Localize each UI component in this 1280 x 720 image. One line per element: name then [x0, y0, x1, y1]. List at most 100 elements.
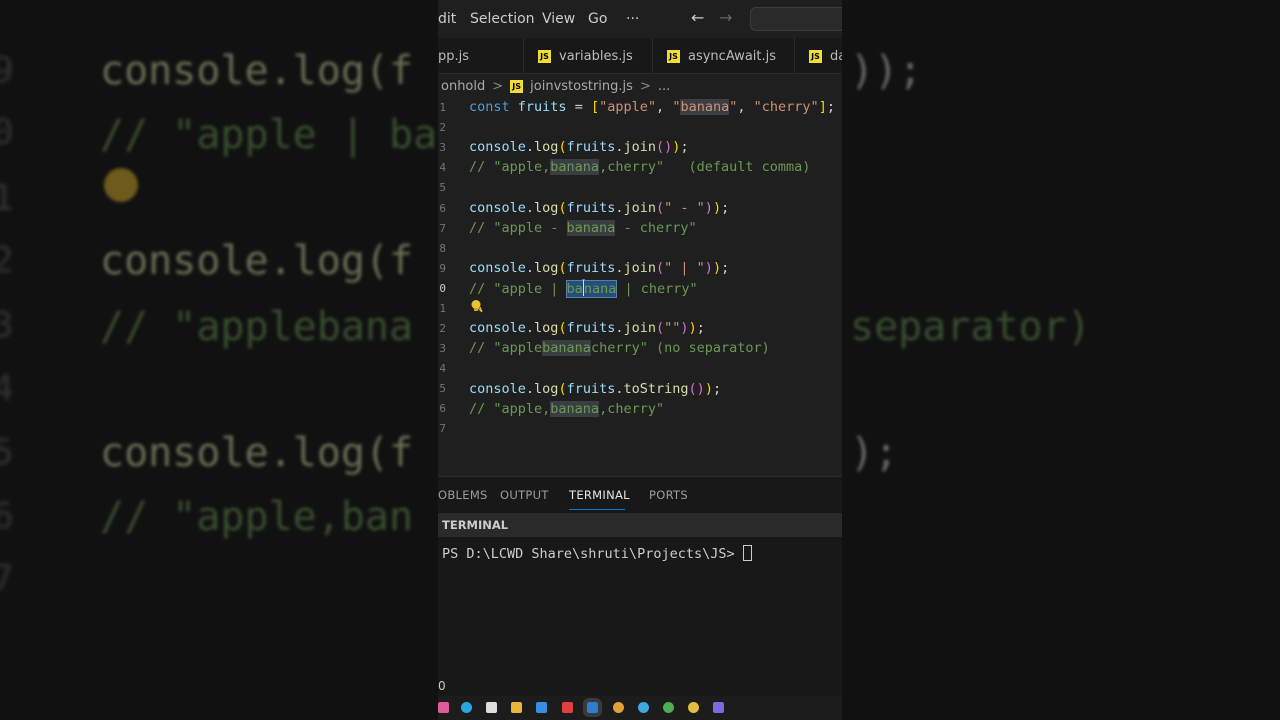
code-line[interactable]: console.log(fruits.join("")); [469, 320, 705, 336]
bg-line-number: 3 [0, 305, 14, 346]
store-icon[interactable] [486, 702, 497, 713]
breadcrumb: onhold > JS joinvstostring.js > ... [438, 76, 842, 96]
bg-lightbulb-icon [104, 168, 138, 202]
bg-code-line: console.log(f [100, 430, 414, 476]
js-file-icon: JS [510, 79, 524, 93]
line-number: 5 [439, 181, 446, 194]
breadcrumb-ellipsis[interactable]: ... [658, 79, 670, 94]
command-center-search[interactable] [750, 7, 842, 31]
edge-icon[interactable] [461, 702, 472, 713]
code-line[interactable]: // "apple,banana,cherry" [469, 401, 664, 417]
code-line[interactable]: // "apple,banana,cherry" (default comma) [469, 159, 810, 175]
code-line[interactable]: console.log(fruits.toString()); [469, 381, 721, 397]
menu-go[interactable]: Go [588, 11, 607, 27]
tab-label: variables.js [559, 48, 633, 64]
js-file-icon: JS [809, 49, 822, 63]
menu-view[interactable]: View [542, 11, 575, 27]
chrome-icon[interactable] [663, 702, 674, 713]
active-tab-indicator [569, 509, 625, 510]
chrome-icon[interactable] [613, 702, 624, 713]
taskbar [438, 696, 842, 720]
bg-code-line: console.log(f [100, 48, 414, 94]
back-arrow-icon[interactable]: ← [691, 8, 704, 27]
code-line[interactable]: console.log(fruits.join(" - ")); [469, 200, 729, 216]
line-number: 5 [439, 382, 446, 395]
tab-app-js[interactable]: pp.js [438, 38, 524, 74]
breadcrumb-separator: > [639, 78, 651, 94]
breadcrumb-folder[interactable]: onhold [441, 79, 485, 94]
vscode-icon[interactable] [583, 698, 602, 717]
tab-da[interactable]: JS da [795, 38, 842, 74]
terminal-cursor [742, 545, 752, 561]
app-icon[interactable] [713, 702, 724, 713]
bg-code-line: // "apple,ban [100, 494, 414, 540]
terminal-title: TERMINAL [438, 513, 842, 537]
bg-line-number: 0 [0, 112, 14, 153]
lightbulb-icon[interactable] [469, 299, 483, 313]
tab-terminal[interactable]: TERMINAL [569, 488, 630, 502]
menu-selection[interactable]: Selection [470, 11, 535, 27]
browser-icon[interactable] [638, 702, 649, 713]
line-number: 2 [439, 322, 446, 335]
shield-icon[interactable] [562, 702, 573, 713]
bg-code-fragment: ); [850, 430, 899, 476]
line-number: 1 [439, 302, 446, 315]
tab-label: da [830, 48, 842, 64]
menu-edit[interactable]: dit [438, 11, 456, 27]
folder-icon[interactable] [511, 702, 522, 713]
line-number: 3 [439, 342, 446, 355]
line-number: 2 [439, 121, 446, 134]
line-number: 8 [439, 242, 446, 255]
line-number: 1 [439, 101, 446, 114]
code-line[interactable]: // "apple | banana | cherry" [469, 280, 698, 298]
line-number: 3 [439, 141, 446, 154]
line-number-current: 0 [439, 282, 446, 295]
bg-line-number: 5 [0, 432, 14, 473]
tab-label: asyncAwait.js [688, 48, 777, 64]
code-line[interactable]: console.log(fruits.join()); [469, 139, 689, 155]
vscode-window: dit Selection View Go ··· ← → pp.js JS v… [438, 0, 842, 720]
bg-line-number: 4 [0, 368, 14, 409]
tab-variables-js[interactable]: JS variables.js [524, 38, 653, 74]
mail-icon[interactable] [536, 702, 547, 713]
breadcrumb-file[interactable]: joinvstostring.js [530, 79, 633, 94]
bg-line-number: 2 [0, 240, 14, 281]
tab-ports[interactable]: PORTS [649, 488, 688, 502]
code-line[interactable]: console.log(fruits.join(" | ")); [469, 260, 729, 276]
code-line[interactable]: const fruits = ["apple", "banana", "cher… [469, 99, 835, 115]
line-number: 7 [439, 422, 446, 435]
line-number: 6 [439, 402, 446, 415]
title-bar: dit Selection View Go ··· ← → [438, 0, 842, 38]
js-file-icon: JS [667, 49, 680, 63]
bg-code-line: // "applebana [100, 304, 414, 350]
editor-tabs: pp.js JS variables.js JS asyncAwait.js J… [438, 38, 842, 74]
tab-output[interactable]: OUTPUT [500, 488, 549, 502]
line-number: 4 [439, 161, 446, 174]
code-line[interactable]: // "applebananacherry" (no separator) [469, 340, 770, 356]
menu-more[interactable]: ··· [626, 11, 639, 27]
tab-problems[interactable]: OBLEMS [438, 488, 488, 502]
bg-line-number: 9 [0, 50, 14, 91]
bg-line-number: 6 [0, 496, 14, 537]
line-number: 4 [439, 362, 446, 375]
app-icon[interactable] [438, 702, 449, 713]
bg-code-line: console.log(f [100, 238, 414, 284]
line-number: 7 [439, 222, 446, 235]
breadcrumb-separator: > [492, 78, 504, 94]
js-file-icon: JS [538, 49, 551, 63]
bg-code-fragment: )); [850, 48, 923, 94]
tab-asyncawait-js[interactable]: JS asyncAwait.js [653, 38, 795, 74]
forward-arrow-icon[interactable]: → [719, 8, 732, 27]
line-number: 9 [439, 262, 446, 275]
code-line[interactable]: // "apple - banana - cherry" [469, 220, 697, 236]
status-count: 0 [438, 679, 446, 693]
chrome-icon[interactable] [688, 702, 699, 713]
bg-code-line: // "apple | ba [100, 112, 438, 158]
terminal-prompt-text: PS D:\LCWD Share\shruti\Projects\JS> [442, 546, 743, 562]
code-editor[interactable]: 1 2 3 4 5 6 7 8 9 0 1 2 3 4 5 6 7 const … [438, 96, 842, 476]
bottom-panel: OBLEMS OUTPUT TERMINAL PORTS TERMINAL PS… [438, 476, 842, 720]
bg-code-fragment: separator) [850, 304, 1091, 350]
bg-line-number: 7 [0, 558, 14, 599]
tab-label: pp.js [438, 48, 470, 64]
terminal-prompt[interactable]: PS D:\LCWD Share\shruti\Projects\JS> [442, 545, 752, 562]
